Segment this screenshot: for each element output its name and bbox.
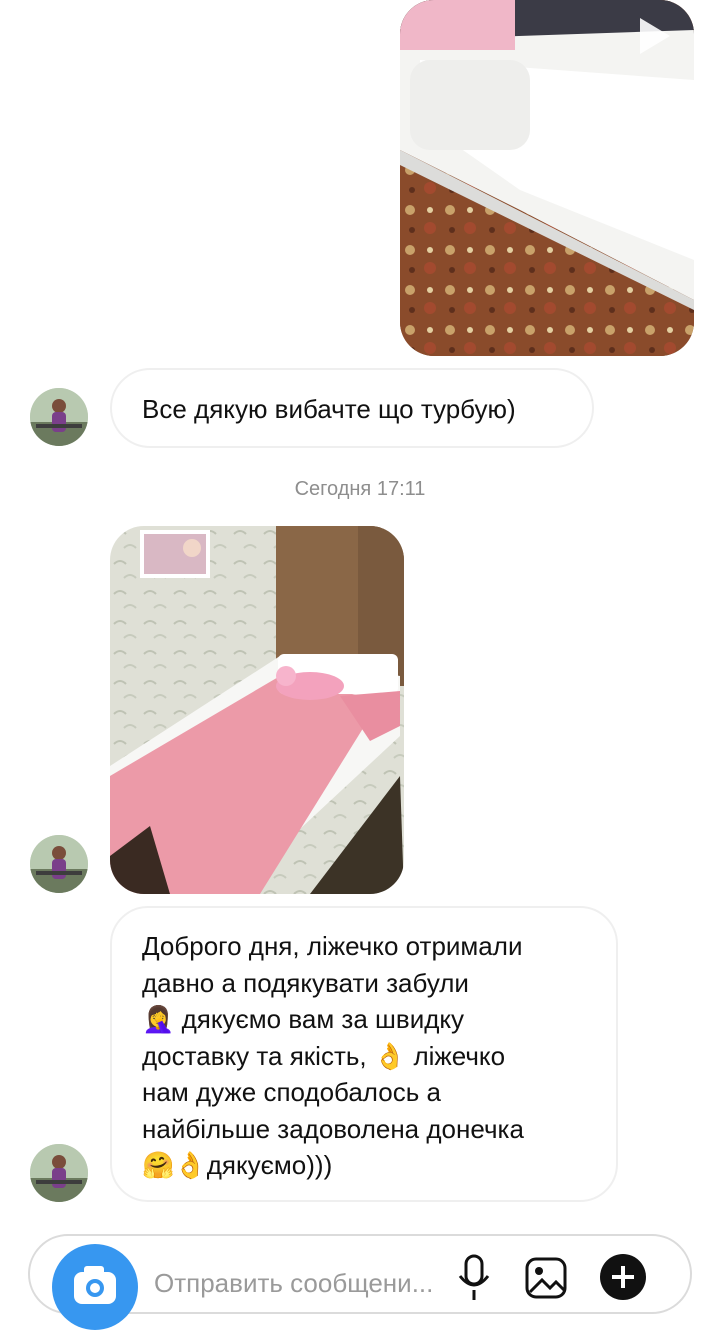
microphone-button[interactable]	[456, 1254, 492, 1309]
timestamp: Сегодня 17:11	[294, 478, 426, 500]
message-text-line: 🤦‍♀️ дякуємо вам за швидку	[142, 1004, 465, 1034]
gallery-icon	[525, 1257, 567, 1299]
avatar-image	[30, 388, 88, 446]
message-bubble[interactable]: Доброго дня, ліжечко отримали давно а по…	[110, 906, 618, 1202]
avatar-image	[30, 1144, 88, 1202]
message-text-line: давно а подякувати забули	[142, 967, 469, 998]
avatar-image	[30, 835, 88, 893]
microphone-icon	[458, 1254, 490, 1300]
incoming-photo-message[interactable]	[110, 526, 404, 894]
message-composer: Отправить сообщени...	[28, 1234, 692, 1330]
avatar[interactable]	[30, 1144, 88, 1202]
play-icon[interactable]	[640, 18, 670, 54]
message-text-line: доставку та якість, 👌 ліжечко	[142, 1040, 506, 1071]
message-text-line: найбільше задоволена донечка	[142, 1113, 524, 1144]
message-text-line: Доброго дня, ліжечко отримали	[142, 931, 523, 961]
camera-button[interactable]	[52, 1244, 138, 1330]
message-input[interactable]: Отправить сообщени...	[154, 1268, 433, 1299]
message-text: Все дякую вибачте що турбую)	[142, 394, 516, 424]
message-text-line: 🤗👌дякуємо)))	[142, 1150, 333, 1180]
gallery-button[interactable]	[524, 1256, 568, 1305]
plus-icon	[600, 1254, 646, 1300]
avatar[interactable]	[30, 835, 88, 893]
message-bubble[interactable]: Все дякую вибачте що турбую)	[110, 368, 594, 448]
outgoing-photo-message[interactable]	[400, 0, 694, 356]
message-text-line: нам дуже сподобалось а	[142, 1077, 441, 1107]
bed-photo-image	[110, 526, 404, 894]
camera-icon	[74, 1266, 116, 1304]
avatar[interactable]	[30, 388, 88, 446]
